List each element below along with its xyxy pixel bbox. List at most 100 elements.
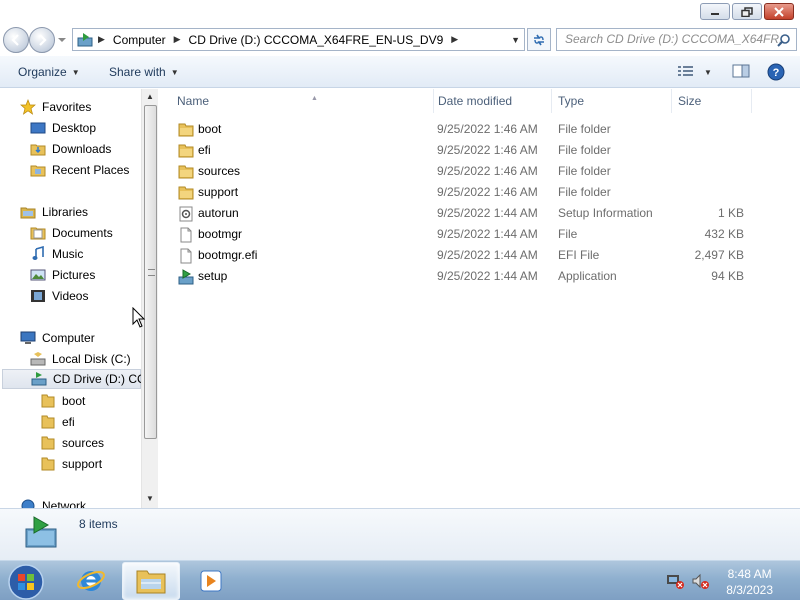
address-dropdown-icon[interactable]: ▼	[511, 35, 520, 45]
change-view-icon[interactable]	[677, 63, 695, 79]
sidebar-item-music[interactable]: Music	[30, 244, 83, 264]
favorites-group[interactable]: Favorites	[20, 97, 91, 117]
refresh-button[interactable]	[527, 28, 551, 51]
volume-muted-icon[interactable]	[691, 573, 709, 589]
close-button[interactable]	[764, 3, 794, 20]
sidebar-item-label: Documents	[52, 226, 113, 240]
navigation-pane-scrollbar[interactable]: ▲ ▼	[141, 89, 158, 508]
search-input[interactable]: Search CD Drive (D:) CCCOMA_X64FR...	[556, 28, 797, 51]
sidebar-item-pictures[interactable]: Pictures	[30, 265, 95, 285]
libraries-group[interactable]: Libraries	[20, 202, 88, 222]
column-header-name[interactable]: Name ▲	[171, 89, 434, 113]
taskbar-internet-explorer[interactable]	[62, 562, 120, 600]
maximize-button[interactable]	[732, 3, 762, 20]
crumb-separator-icon[interactable]: ▶	[94, 34, 109, 45]
scroll-down-icon[interactable]: ▼	[146, 494, 154, 503]
file-row[interactable]: autorun 9/25/2022 1:44 AM Setup Informatio…	[176, 203, 786, 224]
file-row[interactable]: support 9/25/2022 1:46 AM File folder	[176, 182, 786, 203]
internet-explorer-icon	[77, 570, 105, 591]
breadcrumb-computer[interactable]: Computer	[109, 33, 170, 47]
back-button[interactable]	[3, 27, 29, 53]
computer-label: Computer	[42, 331, 95, 345]
sidebar-item-videos[interactable]: Videos	[30, 286, 88, 306]
sidebar-item-documents[interactable]: Documents	[30, 223, 113, 243]
folder-icon	[178, 165, 194, 179]
file-row[interactable]: bootmgr 9/25/2022 1:44 AM File 432 KB	[176, 224, 786, 245]
file-list: Name ▲ Date modified Type Size boot 9/25/…	[158, 89, 800, 508]
sidebar-item-label: Downloads	[52, 142, 112, 156]
file-type: File folder	[558, 164, 611, 178]
start-button[interactable]	[6, 563, 46, 600]
file-name: sources	[198, 164, 241, 178]
sidebar-item-downloads[interactable]: Downloads	[30, 139, 111, 159]
sidebar-item-recent-places[interactable]: Recent Places	[30, 160, 129, 180]
sidebar-item-desktop[interactable]: Desktop	[30, 118, 96, 138]
sidebar-item-label: Desktop	[52, 121, 97, 135]
view-options-dropdown-icon[interactable]: ▼	[704, 68, 712, 77]
clock-date: 8/3/2023	[726, 583, 773, 597]
share-with-button[interactable]: Share with ▼	[109, 65, 179, 79]
help-icon[interactable]: ?	[767, 63, 785, 81]
file-icon	[180, 248, 192, 264]
file-date-modified: 9/25/2022 1:46 AM	[437, 185, 538, 199]
preview-pane-icon[interactable]	[732, 63, 750, 79]
file-icon	[180, 227, 192, 243]
taskbar-windows-explorer[interactable]	[122, 562, 180, 600]
sidebar-item-boot[interactable]: boot	[40, 391, 85, 411]
file-size	[686, 119, 744, 140]
crumb-separator-icon[interactable]: ▶	[447, 34, 462, 45]
media-player-icon	[200, 570, 222, 592]
file-row[interactable]: sources 9/25/2022 1:46 AM File folder	[176, 161, 786, 182]
system-clock[interactable]: 8:48 AM 8/3/2023	[726, 566, 773, 598]
sidebar-item-label: sources	[62, 436, 105, 450]
folder-icon	[178, 123, 194, 137]
column-header-date[interactable]: Date modified	[432, 89, 552, 113]
sort-ascending-icon: ▲	[311, 95, 318, 102]
recent-pages-icon[interactable]	[58, 36, 66, 44]
sidebar-item-cd-drive[interactable]: CD Drive (D:) CCCOMA_X64FRE_EN-US_DV9	[2, 369, 158, 389]
file-date-modified: 9/25/2022 1:46 AM	[437, 143, 538, 157]
windows-explorer-icon	[136, 570, 166, 594]
mouse-cursor-icon	[132, 307, 146, 328]
network-group[interactable]: Network	[20, 496, 86, 508]
file-row[interactable]: efi 9/25/2022 1:46 AM File folder	[176, 140, 786, 161]
folder-icon	[41, 394, 55, 408]
close-icon	[774, 6, 784, 17]
sidebar-item-sources[interactable]: sources	[40, 433, 104, 453]
scrollbar-thumb[interactable]	[144, 105, 157, 439]
crumb-separator-icon[interactable]: ▶	[170, 34, 185, 45]
file-name: setup	[198, 269, 228, 283]
sidebar-item-local-disk[interactable]: Local Disk (C:)	[30, 349, 131, 369]
file-date-modified: 9/25/2022 1:46 AM	[437, 122, 538, 136]
cd-drive-large-icon	[25, 516, 57, 548]
file-size: 2,497 KB	[694, 248, 744, 262]
file-date-modified: 9/25/2022 1:46 AM	[437, 164, 538, 178]
file-type: File folder	[558, 185, 611, 199]
network-status-icon[interactable]	[666, 573, 684, 589]
scroll-up-icon[interactable]: ▲	[146, 92, 154, 101]
forward-button[interactable]	[29, 27, 55, 53]
file-row[interactable]: bootmgr.efi 9/25/2022 1:44 AM EFI File 2,49…	[176, 245, 786, 266]
address-bar[interactable]: ▶ Computer ▶ CD Drive (D:) CCCOMA_X64FRE…	[72, 28, 525, 51]
taskbar-media-player[interactable]	[182, 562, 240, 600]
sidebar-item-label: Music	[52, 247, 84, 261]
sidebar-item-support[interactable]: support	[40, 454, 102, 474]
hard-disk-icon	[30, 352, 46, 366]
column-header-type[interactable]: Type	[552, 89, 672, 113]
file-date-modified: 9/25/2022 1:44 AM	[437, 248, 538, 262]
file-name: bootmgr.efi	[198, 248, 258, 262]
file-row[interactable]: boot 9/25/2022 1:46 AM File folder	[176, 119, 786, 140]
minimize-button[interactable]	[700, 3, 730, 20]
sidebar-item-efi[interactable]: efi	[40, 412, 75, 432]
breadcrumb-cd-drive[interactable]: CD Drive (D:) CCCOMA_X64FRE_EN-US_DV9	[185, 33, 448, 47]
file-date-modified: 9/25/2022 1:44 AM	[437, 227, 538, 241]
sidebar-item-label: efi	[62, 415, 75, 429]
column-header-size[interactable]: Size	[672, 89, 752, 113]
cd-drive-icon	[31, 372, 47, 386]
file-row[interactable]: setup 9/25/2022 1:44 AM Application 94 KB	[176, 266, 786, 287]
film-strip-icon	[31, 290, 45, 302]
organize-button[interactable]: Organize ▼	[18, 65, 80, 79]
sidebar-item-label: boot	[62, 394, 86, 408]
computer-group[interactable]: Computer	[20, 328, 95, 348]
navigation-pane: Favorites Desktop Downloads Recent Place…	[0, 89, 158, 508]
